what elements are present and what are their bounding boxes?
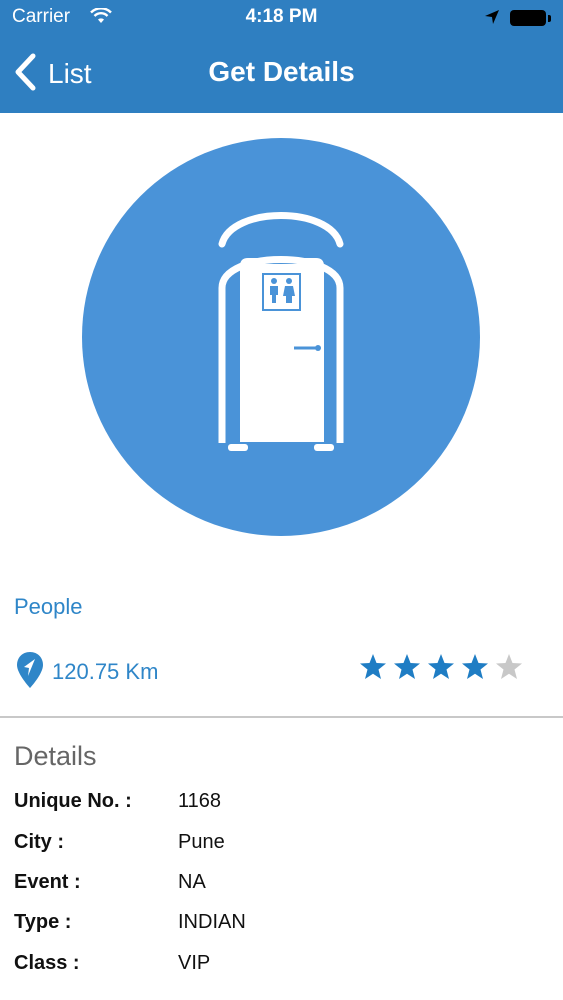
detail-row-city: City : Pune	[14, 831, 554, 863]
details-heading: Details	[14, 741, 97, 771]
detail-row-event: Event : NA	[14, 871, 554, 903]
star-rating	[358, 652, 524, 682]
star-empty-icon	[496, 654, 522, 679]
map-pin-icon	[14, 650, 46, 695]
header: Carrier 4:18 PM List Get Details	[0, 0, 563, 113]
star-filled-icon	[360, 654, 386, 679]
portable-toilet-icon	[218, 212, 344, 451]
distance-value: 120.75 Km	[52, 659, 159, 684]
detail-value: NA	[178, 871, 206, 893]
star-filled-icon	[462, 654, 488, 679]
distance-info: 120.75 Km	[14, 650, 158, 694]
star-filled-icon	[394, 654, 420, 679]
detail-value: 1168	[178, 790, 222, 812]
detail-label: Event :	[14, 871, 81, 893]
star-filled-icon	[428, 654, 454, 679]
detail-label: Type :	[14, 911, 72, 933]
detail-row-class: Class : VIP	[14, 952, 554, 984]
category-label: People	[14, 594, 83, 619]
battery-icon	[510, 10, 551, 26]
page-title: Get Details	[208, 56, 355, 87]
detail-label: City :	[14, 831, 64, 853]
detail-label: Unique No. :	[14, 790, 132, 812]
detail-row-type: Type : INDIAN	[14, 911, 554, 943]
status-time: 4:18 PM	[245, 6, 318, 27]
divider	[0, 716, 563, 718]
detail-value: VIP	[178, 952, 211, 974]
status-bar: Carrier 4:18 PM	[0, 0, 563, 38]
detail-value: INDIAN	[178, 911, 246, 933]
detail-label: Class :	[14, 952, 80, 974]
hero-image	[82, 138, 480, 536]
detail-row-unique-no: Unique No. : 1168	[14, 790, 554, 822]
location-arrow-icon	[484, 9, 500, 31]
navigation-bar: List Get Details	[0, 38, 563, 113]
detail-value: Pune	[178, 831, 225, 853]
